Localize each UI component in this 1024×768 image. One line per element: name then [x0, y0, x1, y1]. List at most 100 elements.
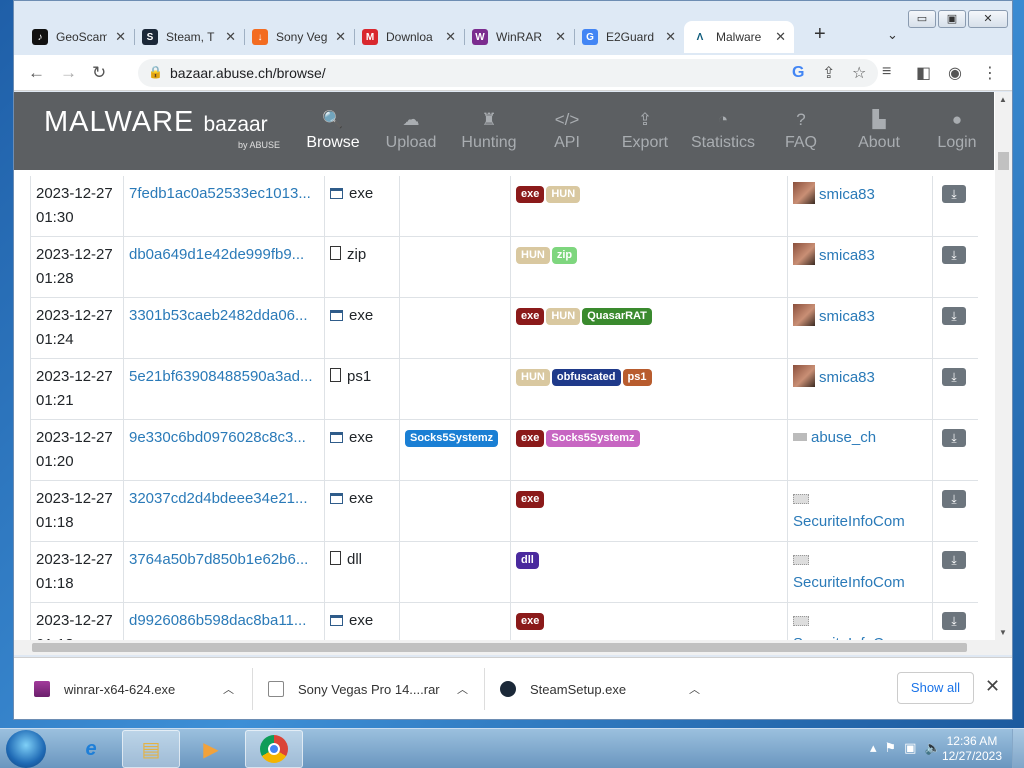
- scroll-up-icon[interactable]: ▲: [999, 95, 1007, 104]
- clock[interactable]: 12:36 AM 12/27/2023: [942, 734, 1002, 764]
- nav-upload[interactable]: ☁ Upload: [372, 92, 450, 170]
- cloud-download-icon[interactable]: ⤓: [942, 490, 966, 508]
- tab-1[interactable]: S Steam, T ✕: [134, 21, 244, 53]
- chrome-taskbar-icon[interactable]: [245, 730, 303, 768]
- horizontal-scrollbar[interactable]: [14, 640, 995, 655]
- reporter-link[interactable]: abuse_ch: [811, 429, 876, 446]
- tag-badge[interactable]: zip: [551, 247, 578, 264]
- download-item[interactable]: Sony Vegas Pro 14....rar ︿: [268, 658, 468, 720]
- internet-explorer-icon[interactable]: e: [62, 730, 120, 768]
- tab-0[interactable]: ♪ GeoScam ✕: [24, 21, 134, 53]
- reading-list-icon[interactable]: ≡: [882, 63, 891, 81]
- scroll-down-icon[interactable]: ▼: [999, 628, 1007, 637]
- nav-browse[interactable]: 🔍 Browse: [294, 92, 372, 170]
- tray-icons[interactable]: ▴⚑▣🔈: [870, 740, 949, 756]
- sample-hash-link[interactable]: db0a649d1e42de999fb9...: [129, 243, 319, 267]
- cloud-download-icon[interactable]: ⤓: [942, 368, 966, 386]
- side-panel-icon[interactable]: ◧: [916, 63, 931, 83]
- reporter-link[interactable]: smica83: [819, 186, 875, 203]
- vertical-scrollbar[interactable]: ▲ ▼: [995, 92, 1012, 655]
- reporter-link[interactable]: SecuriteInfoCom: [793, 574, 905, 591]
- chevron-up-icon[interactable]: ︿: [457, 681, 468, 697]
- show-desktop-button[interactable]: [1012, 729, 1024, 768]
- maximize-button[interactable]: ▣: [938, 10, 966, 28]
- bookmark-star-icon[interactable]: ☆: [852, 63, 866, 83]
- tag-badge[interactable]: dll: [516, 552, 539, 569]
- nav-faq[interactable]: ? FAQ: [762, 92, 840, 170]
- download-item[interactable]: winrar-x64-624.exe ︿: [34, 658, 234, 720]
- tag-badge[interactable]: ps1: [622, 369, 652, 386]
- tag-badge[interactable]: exe: [516, 491, 545, 508]
- sample-hash-link[interactable]: 3764a50b7d850b1e62b6...: [129, 548, 319, 572]
- google-translate-icon[interactable]: G: [792, 64, 804, 82]
- cloud-download-icon[interactable]: ⤓: [942, 185, 966, 203]
- new-tab-icon[interactable]: +: [814, 23, 826, 46]
- close-tab-icon[interactable]: ✕: [665, 29, 676, 45]
- close-tab-icon[interactable]: ✕: [335, 29, 346, 45]
- tab-2[interactable]: ↓ Sony Veg ✕: [244, 21, 354, 53]
- media-player-icon[interactable]: ▶: [182, 730, 240, 768]
- reporter-link[interactable]: smica83: [819, 369, 875, 386]
- sample-hash-link[interactable]: 32037cd2d4bdeee34e21...: [129, 487, 319, 511]
- tab-4[interactable]: W WinRAR ✕: [464, 21, 574, 53]
- tag-badge[interactable]: exe: [516, 430, 545, 447]
- tab-search-chevron-icon[interactable]: ⌄: [887, 27, 898, 43]
- cloud-download-icon[interactable]: ⤓: [942, 307, 966, 325]
- tag-badge[interactable]: Socks5Systemz: [546, 430, 640, 447]
- download-item[interactable]: SteamSetup.exe ︿: [500, 658, 700, 720]
- tab-3[interactable]: M Downloa ✕: [354, 21, 464, 53]
- close-tab-icon[interactable]: ✕: [115, 29, 126, 45]
- close-tab-icon[interactable]: ✕: [775, 29, 786, 45]
- chevron-up-icon[interactable]: ︿: [223, 681, 234, 697]
- sample-hash-link[interactable]: 5e21bf63908488590a3ad...: [129, 365, 319, 389]
- chevron-up-icon[interactable]: ︿: [689, 681, 700, 697]
- tag-badge[interactable]: HUN: [546, 186, 581, 203]
- tag-badge[interactable]: exe: [516, 186, 545, 203]
- nav-login[interactable]: ● Login: [918, 92, 996, 170]
- tag-badge[interactable]: HUN: [516, 369, 550, 386]
- vertical-scroll-thumb[interactable]: [998, 152, 1009, 170]
- cloud-download-icon[interactable]: ⤓: [942, 551, 966, 569]
- cloud-download-icon[interactable]: ⤓: [942, 612, 966, 630]
- site-logo[interactable]: MALWARE bazaar: [44, 106, 268, 139]
- back-icon[interactable]: ←: [28, 63, 45, 83]
- tag-badge[interactable]: obfuscated: [551, 369, 621, 386]
- share-icon[interactable]: ⇪: [822, 63, 835, 83]
- nav-statistics[interactable]: ◔ Statistics: [684, 92, 762, 170]
- forward-icon[interactable]: →: [60, 63, 77, 83]
- reporter-link[interactable]: SecuriteInfoCom: [793, 513, 905, 530]
- address-bar[interactable]: 🔒 bazaar.abuse.ch/browse/ G ⇪ ☆: [138, 59, 878, 87]
- tag-badge[interactable]: HUN: [546, 308, 581, 325]
- nav-about[interactable]: ▙ About: [840, 92, 918, 170]
- nav-hunting[interactable]: ♜ Hunting: [450, 92, 528, 170]
- menu-kebab-icon[interactable]: ⋮: [982, 63, 998, 83]
- tag-badge[interactable]: exe: [516, 613, 545, 630]
- nav-api[interactable]: </> API: [528, 92, 606, 170]
- sample-hash-link[interactable]: 7fedb1ac0a52533ec1013...: [129, 182, 319, 206]
- start-button[interactable]: [6, 730, 46, 768]
- tab-6[interactable]: Λ Malware ✕: [684, 21, 794, 53]
- close-tab-icon[interactable]: ✕: [445, 29, 456, 45]
- cloud-download-icon[interactable]: ⤓: [942, 246, 966, 264]
- reporter-link[interactable]: smica83: [819, 308, 875, 325]
- file-explorer-icon[interactable]: ▤: [122, 730, 180, 768]
- close-window-button[interactable]: ✕: [968, 10, 1008, 28]
- close-download-bar-icon[interactable]: ✕: [985, 676, 1000, 697]
- reload-icon[interactable]: ↻: [92, 63, 106, 83]
- tab-5[interactable]: G E2Guard ✕: [574, 21, 684, 53]
- minimize-button[interactable]: ▭: [908, 10, 936, 28]
- tag-badge[interactable]: exe: [516, 308, 545, 325]
- tag-badge[interactable]: HUN: [516, 247, 550, 264]
- sample-hash-link[interactable]: 3301b53caeb2482dda06...: [129, 304, 319, 328]
- reporter-link[interactable]: smica83: [819, 247, 875, 264]
- horizontal-scroll-thumb[interactable]: [32, 643, 967, 652]
- sample-hash-link[interactable]: d9926086b598dac8ba11...: [129, 609, 319, 633]
- cloud-download-icon[interactable]: ⤓: [942, 429, 966, 447]
- tag-badge[interactable]: QuasarRAT: [582, 308, 652, 325]
- close-tab-icon[interactable]: ✕: [555, 29, 566, 45]
- sample-hash-link[interactable]: 9e330c6bd0976028c8c3...: [129, 426, 319, 450]
- nav-export[interactable]: ⇪ Export: [606, 92, 684, 170]
- close-tab-icon[interactable]: ✕: [225, 29, 236, 45]
- show-all-downloads-button[interactable]: Show all: [897, 672, 974, 704]
- signature-badge[interactable]: Socks5Systemz: [405, 430, 499, 447]
